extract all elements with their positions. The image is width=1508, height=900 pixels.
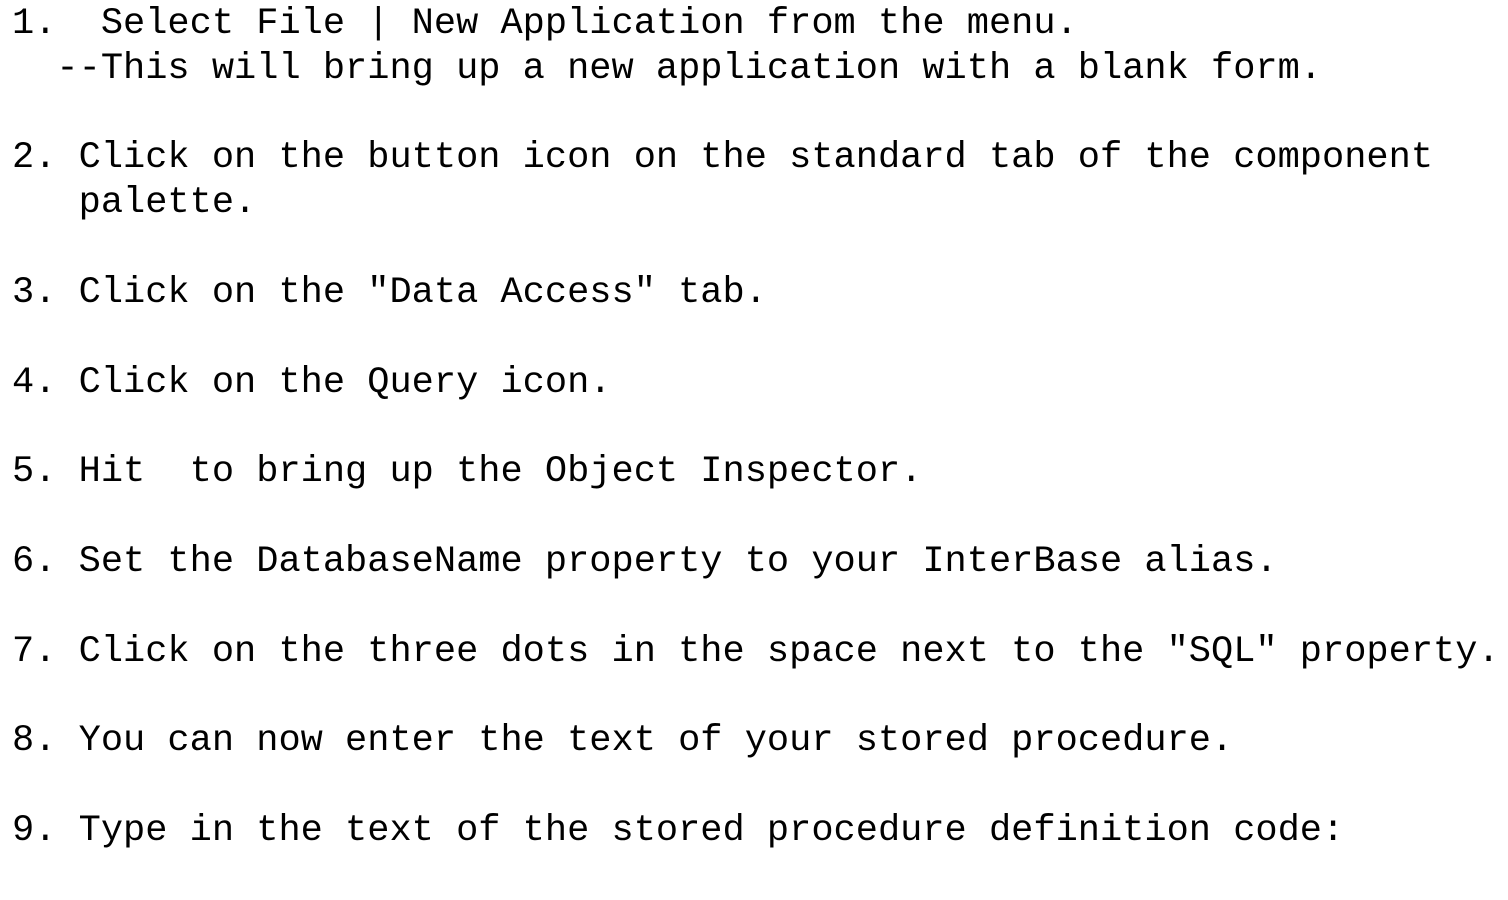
step-1-line-2: --This will bring up a new application w… <box>12 48 1323 90</box>
step-6: 6. Set the DatabaseName property to your… <box>12 541 1278 583</box>
step-2-line-2: palette. <box>12 182 257 224</box>
step-4: 4. Click on the Query icon. <box>12 362 612 404</box>
step-7: 7. Click on the three dots in the space … <box>12 631 1500 673</box>
step-1-line-1: 1. Select File | New Application from th… <box>12 3 1078 45</box>
instructions-document: 1. Select File | New Application from th… <box>0 0 1508 852</box>
step-8: 8. You can now enter the text of your st… <box>12 720 1234 762</box>
step-2-line-1: 2. Click on the button icon on the stand… <box>12 137 1434 179</box>
step-3: 3. Click on the "Data Access" tab. <box>12 272 767 314</box>
step-5: 5. Hit to bring up the Object Inspector. <box>12 451 923 493</box>
step-9: 9. Type in the text of the stored proced… <box>12 810 1345 852</box>
